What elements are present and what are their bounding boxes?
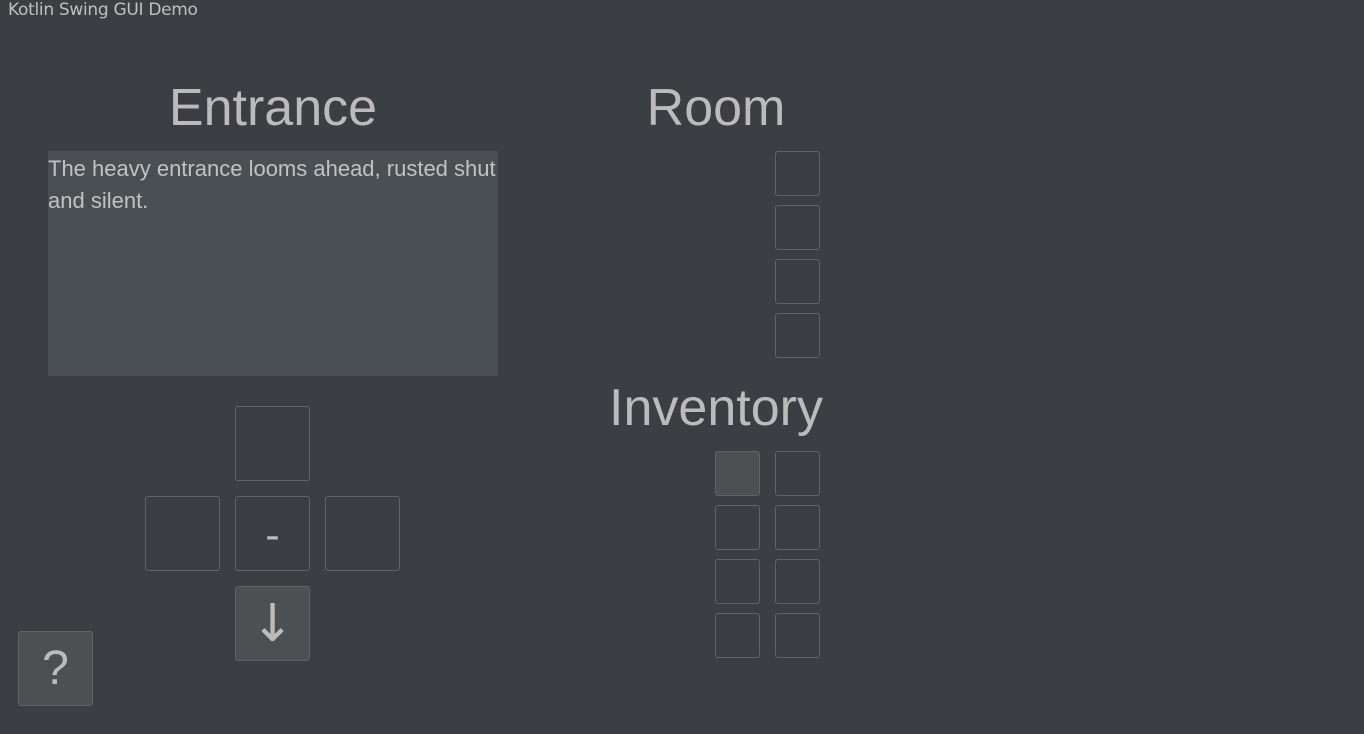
inventory-slot-1[interactable] xyxy=(715,451,760,496)
location-description: The heavy entrance looms ahead, rusted s… xyxy=(48,151,498,376)
inventory-slot-4[interactable] xyxy=(775,505,820,550)
room-slot-4[interactable] xyxy=(775,313,820,358)
location-title: Entrance xyxy=(168,79,378,137)
window-title: Kotlin Swing GUI Demo xyxy=(8,0,198,20)
room-slot-2[interactable] xyxy=(775,205,820,250)
west-button[interactable] xyxy=(145,496,220,571)
east-button[interactable] xyxy=(325,496,400,571)
inventory-slot-5[interactable] xyxy=(715,559,760,604)
center-button[interactable]: - xyxy=(235,496,310,571)
inventory-title: Inventory xyxy=(609,379,823,437)
question-mark-icon: ? xyxy=(42,641,69,695)
room-slot-3[interactable] xyxy=(775,259,820,304)
help-button[interactable]: ? xyxy=(18,631,93,706)
inventory-slot-3[interactable] xyxy=(715,505,760,550)
inventory-slot-2[interactable] xyxy=(775,451,820,496)
inventory-slot-6[interactable] xyxy=(775,559,820,604)
arrow-down-icon: ↓ xyxy=(250,593,295,654)
south-button[interactable]: ↓ xyxy=(235,586,310,661)
room-title: Room xyxy=(646,79,786,137)
inventory-slot-8[interactable] xyxy=(775,613,820,658)
north-button[interactable] xyxy=(235,406,310,481)
inventory-slot-7[interactable] xyxy=(715,613,760,658)
room-slot-1[interactable] xyxy=(775,151,820,196)
center-button-label: - xyxy=(265,512,280,559)
